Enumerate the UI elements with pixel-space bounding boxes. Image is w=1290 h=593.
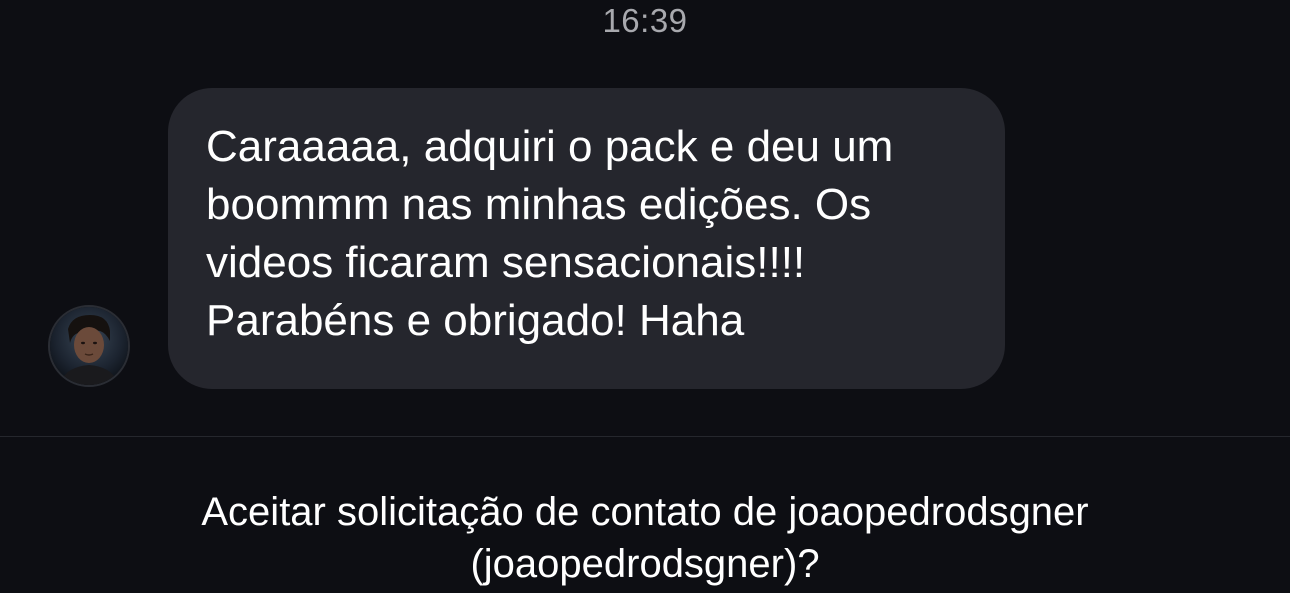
incoming-message-row: Caraaaaa, adquiri o pack e deu um boommm…	[0, 88, 1290, 390]
contact-request-line-2: (joaopedrodsgner)?	[470, 542, 820, 586]
divider	[0, 436, 1290, 437]
contact-request-prompt: Aceitar solicitação de contato de joaope…	[0, 486, 1290, 590]
avatar-icon	[50, 307, 128, 385]
message-timestamp: 16:39	[602, 2, 688, 39]
contact-request-line-1: Aceitar solicitação de contato de joaope…	[201, 490, 1089, 534]
chat-screen: 16:39 Caraaaaa, adquiri o pack e deu um …	[0, 0, 1290, 593]
sender-avatar[interactable]	[48, 305, 130, 387]
message-bubble[interactable]: Caraaaaa, adquiri o pack e deu um boommm…	[168, 88, 1005, 389]
